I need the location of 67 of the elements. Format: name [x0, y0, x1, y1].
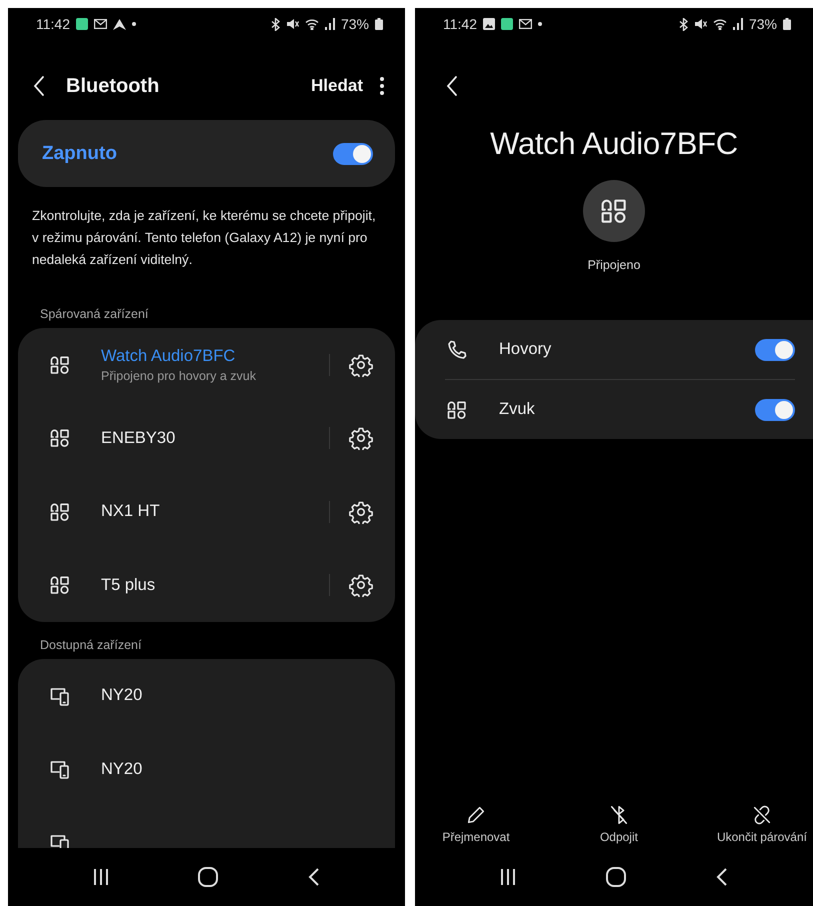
signal-icon — [324, 18, 335, 30]
battery-icon — [783, 18, 791, 30]
battery-percentage: 73% — [340, 16, 369, 32]
rename-button[interactable]: Přejmenovat — [431, 804, 521, 844]
recent-apps-icon[interactable] — [500, 868, 516, 886]
bluetooth-icon — [678, 18, 689, 30]
home-icon[interactable] — [198, 867, 218, 887]
device-name: ENEBY30 — [101, 428, 176, 448]
toggle-switch[interactable] — [755, 338, 795, 360]
device-title: Watch Audio7BFC — [490, 126, 738, 162]
app-notification-icon — [76, 18, 88, 30]
settings-icon[interactable] — [349, 500, 373, 524]
home-icon[interactable] — [606, 867, 626, 887]
back-icon[interactable] — [716, 868, 728, 886]
device-name: NY20 — [101, 760, 144, 779]
section-heading: Dostupná zařízení — [40, 638, 142, 652]
mute-icon — [694, 18, 707, 30]
app-notification-icon — [501, 18, 513, 30]
description-text: Zkontrolujte, zda je zařízení, ke kterému se chcete připojit, v režimu párování. Tento telefon (Galaxy A12) je nyní pro nedaleká zařízení viditelný. — [32, 207, 377, 269]
switch-label: Zapnuto — [42, 142, 118, 164]
image-icon — [483, 18, 495, 30]
back-icon[interactable] — [308, 868, 320, 886]
profile-label: Zvuk — [499, 400, 536, 419]
signal-icon — [732, 18, 743, 30]
phone-icon — [445, 338, 469, 362]
navigation-icon — [113, 18, 126, 30]
device-row[interactable]: Watch Audio7BFC Připojeno pro hovory a zvuk — [18, 328, 395, 402]
battery-percentage: 73% — [748, 16, 777, 32]
unpair-button[interactable]: Ukončit párování — [716, 804, 807, 844]
section-heading: Spárovaná zařízení — [40, 307, 150, 321]
settings-icon[interactable] — [349, 426, 373, 450]
back-button[interactable] — [32, 75, 46, 97]
more-notifications-icon — [132, 22, 136, 26]
bluetooth-switch-card[interactable]: Zapnuto — [18, 120, 395, 187]
device-row[interactable]: NX1 HT — [18, 475, 395, 548]
toggle-switch[interactable] — [333, 142, 373, 164]
device-row[interactable]: NY20 — [18, 659, 395, 732]
profile-label: Hovory — [499, 340, 552, 359]
wifi-icon — [304, 18, 319, 30]
settings-icon[interactable] — [349, 352, 373, 377]
search-button[interactable]: Hledat — [311, 76, 379, 96]
device-name: NY20 — [101, 686, 144, 706]
device-row[interactable]: NY20 — [18, 732, 395, 806]
device-name: Watch Audio7BFC — [101, 346, 236, 366]
device-status: Připojeno pro hovory a zvuk — [101, 368, 257, 383]
battery-icon — [375, 18, 383, 30]
screen-title: Bluetooth — [66, 74, 160, 98]
settings-icon[interactable] — [349, 573, 373, 598]
clock-time: 11:42 — [36, 16, 70, 32]
recent-apps-icon[interactable] — [92, 868, 109, 886]
toggle-switch[interactable] — [755, 398, 795, 420]
mail-icon — [94, 19, 107, 29]
device-name: NX1 HT — [101, 502, 161, 522]
device-row[interactable]: ENEBY30 — [18, 402, 395, 475]
mail-icon — [519, 19, 532, 29]
disconnect-button[interactable]: Odpojit — [574, 804, 664, 844]
pencil-icon — [465, 804, 487, 826]
more-notifications-icon — [538, 22, 542, 26]
clock-time: 11:42 — [443, 16, 477, 32]
device-row[interactable]: T5 plus — [18, 548, 395, 622]
device-name: T5 plus — [101, 576, 156, 595]
back-button[interactable] — [445, 75, 459, 97]
connection-status: Připojeno — [588, 258, 640, 272]
bluetooth-icon — [270, 18, 281, 30]
mute-icon — [286, 18, 299, 30]
more-options-icon[interactable] — [379, 75, 385, 97]
wifi-icon — [712, 18, 727, 30]
